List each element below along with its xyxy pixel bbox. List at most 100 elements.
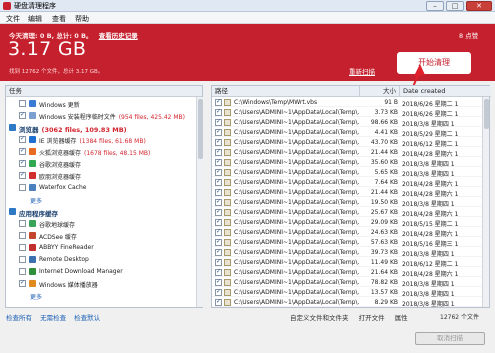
task-item[interactable]: ACDSee 缓存 <box>6 231 194 241</box>
file-checkbox[interactable] <box>215 158 222 166</box>
file-checkbox[interactable] <box>215 268 222 276</box>
task-item[interactable]: Windows 媒体播放器 <box>6 279 194 289</box>
maximize-button[interactable]: □ <box>446 1 464 11</box>
task-item[interactable]: ABBYY FineReader <box>6 243 194 252</box>
file-row[interactable]: C:\Users\ADMINI~1\AppData\Local\Temp\...… <box>212 178 482 188</box>
file-checkbox[interactable] <box>215 298 222 306</box>
custom-files-button[interactable]: 自定义文件和文件夹 <box>290 314 349 322</box>
file-checkbox[interactable] <box>215 118 222 126</box>
likes-count[interactable]: 8 点赞 <box>459 30 478 40</box>
task-checkbox[interactable] <box>19 244 26 251</box>
task-checkbox[interactable] <box>19 135 26 143</box>
task-group[interactable]: 应用程序缓存 <box>6 207 194 218</box>
file-checkbox[interactable] <box>215 98 222 106</box>
task-scrollbar[interactable] <box>196 97 203 307</box>
file-checkbox[interactable] <box>215 218 222 226</box>
task-item[interactable]: Windows 安装程序临时文件(954 files, 425.42 MB) <box>6 111 194 121</box>
task-checkbox[interactable] <box>19 220 26 227</box>
file-checkbox[interactable] <box>215 198 222 206</box>
task-checkbox[interactable] <box>19 159 26 167</box>
file-checkbox[interactable] <box>215 188 222 196</box>
task-item[interactable]: 火狐浏览器缓存(1678 files, 48.15 MB) <box>6 147 194 157</box>
file-row[interactable]: C:\Users\ADMINI~1\AppData\Local\Temp\...… <box>212 278 482 288</box>
file-row[interactable]: C:\Users\ADMINI~1\AppData\Local\Temp\...… <box>212 128 482 138</box>
task-checkbox[interactable] <box>19 147 26 155</box>
file-row[interactable]: C:\Users\ADMINI~1\AppData\Local\Temp\...… <box>212 248 482 258</box>
more-link[interactable]: 更多 <box>30 196 42 205</box>
task-item[interactable]: Waterfox Cache <box>6 183 194 192</box>
check-none-link[interactable]: 无需检查 <box>40 314 66 322</box>
file-row[interactable]: C:\Users\ADMINI~1\AppData\Local\Temp\...… <box>212 268 482 278</box>
more-link[interactable]: 更多 <box>30 292 42 301</box>
file-scroll-thumb[interactable] <box>484 99 489 129</box>
file-row[interactable]: C:\Users\ADMINI~1\AppData\Local\Temp\...… <box>212 198 482 208</box>
file-scrollbar[interactable] <box>482 97 489 307</box>
file-checkbox[interactable] <box>215 148 222 156</box>
file-row[interactable]: C:\Users\ADMINI~1\AppData\Local\Temp\...… <box>212 228 482 238</box>
file-checkbox[interactable] <box>215 208 222 216</box>
file-checkbox[interactable] <box>215 258 222 266</box>
minimize-button[interactable]: – <box>426 1 444 11</box>
task-item[interactable]: 谷歌浏览器缓存 <box>6 159 194 169</box>
menu-view[interactable]: 查看 <box>52 14 66 24</box>
menu-file[interactable]: 文件 <box>6 14 20 24</box>
menu-edit[interactable]: 编辑 <box>28 14 42 24</box>
column-path[interactable]: 路径 <box>212 86 359 97</box>
task-checkbox[interactable] <box>19 184 26 191</box>
file-checkbox[interactable] <box>215 238 222 246</box>
task-checkbox[interactable] <box>19 171 26 179</box>
history-link[interactable]: 查看历史记录 <box>99 32 138 40</box>
file-checkbox[interactable] <box>215 248 222 256</box>
task-scroll-thumb[interactable] <box>198 99 203 159</box>
file-row[interactable]: C:\Users\ADMINI~1\AppData\Local\Temp\...… <box>212 168 482 178</box>
file-row[interactable]: C:\Users\ADMINI~1\AppData\Local\Temp\...… <box>212 288 482 298</box>
file-row[interactable]: C:\Users\ADMINI~1\AppData\Local\Temp\...… <box>212 158 482 168</box>
check-all-link[interactable]: 检查所有 <box>6 314 32 322</box>
menu-help[interactable]: 帮助 <box>75 14 89 24</box>
file-row[interactable]: C:\Users\ADMINI~1\AppData\Local\Temp\...… <box>212 138 482 148</box>
file-checkbox[interactable] <box>215 288 222 296</box>
task-checkbox[interactable] <box>19 279 26 287</box>
file-checkbox[interactable] <box>215 128 222 136</box>
file-checkbox[interactable] <box>215 138 222 146</box>
task-item[interactable]: IE 浏览器缓存(1384 files, 61.68 MB) <box>6 135 194 145</box>
file-row[interactable]: C:\Users\ADMINI~1\AppData\Local\Temp\...… <box>212 118 482 128</box>
task-checkbox[interactable] <box>19 268 26 275</box>
task-group[interactable]: 浏览器 (3062 files, 109.83 MB) <box>6 123 194 134</box>
file-row[interactable]: C:\Users\ADMINI~1\AppData\Local\Temp\...… <box>212 238 482 248</box>
file-checkbox[interactable] <box>215 228 222 236</box>
task-item[interactable]: 欧朋浏览器缓存 <box>6 171 194 181</box>
task-item[interactable]: Windows 更新 <box>6 99 194 109</box>
task-item[interactable]: Internet Download Manager <box>6 267 194 276</box>
file-row[interactable]: C:\Users\ADMINI~1\AppData\Local\Temp\...… <box>212 218 482 228</box>
open-file-button[interactable]: 打开文件 <box>359 314 385 322</box>
task-label: ACDSee 缓存 <box>39 232 77 241</box>
file-checkbox[interactable] <box>215 168 222 176</box>
task-item[interactable]: 谷歌地球缓存 <box>6 219 194 229</box>
task-item[interactable]: Remote Desktop <box>6 255 194 264</box>
file-row[interactable]: C:\Windows\Temp\MWrt.vbs 91 B 2018/6/26 星期… <box>212 98 482 108</box>
more-link-row[interactable]: 更多 <box>6 195 194 205</box>
task-checkbox[interactable] <box>19 256 26 263</box>
file-row[interactable]: C:\Users\ADMINI~1\AppData\Local\Temp\...… <box>212 298 482 308</box>
column-date[interactable]: Date created <box>399 86 491 97</box>
close-button[interactable]: ✕ <box>466 1 492 11</box>
task-checkbox[interactable] <box>19 100 26 107</box>
check-default-link[interactable]: 检查默认 <box>74 314 100 322</box>
properties-button[interactable]: 属性 <box>395 314 408 322</box>
file-row[interactable]: C:\Users\ADMINI~1\AppData\Local\Temp\...… <box>212 148 482 158</box>
more-link-row[interactable]: 更多 <box>6 291 194 301</box>
file-row[interactable]: C:\Users\ADMINI~1\AppData\Local\Temp\...… <box>212 208 482 218</box>
file-row[interactable]: C:\Users\ADMINI~1\AppData\Local\Temp\...… <box>212 258 482 268</box>
column-size[interactable]: 大小 <box>359 86 399 97</box>
file-checkbox[interactable] <box>215 178 222 186</box>
file-row[interactable]: C:\Users\ADMINI~1\AppData\Local\Temp\...… <box>212 188 482 198</box>
task-checkbox[interactable] <box>19 232 26 239</box>
file-row[interactable]: C:\Users\ADMINI~1\AppData\Local\Temp\...… <box>212 108 482 118</box>
file-checkbox[interactable] <box>215 108 222 116</box>
file-checkbox[interactable] <box>215 278 222 286</box>
cancel-scan-button[interactable]: 取消扫描 <box>415 332 485 345</box>
rescan-link[interactable]: 重新扫描 <box>349 66 375 76</box>
task-label: 应用程序缓存 <box>19 208 58 218</box>
task-checkbox[interactable] <box>19 111 26 119</box>
